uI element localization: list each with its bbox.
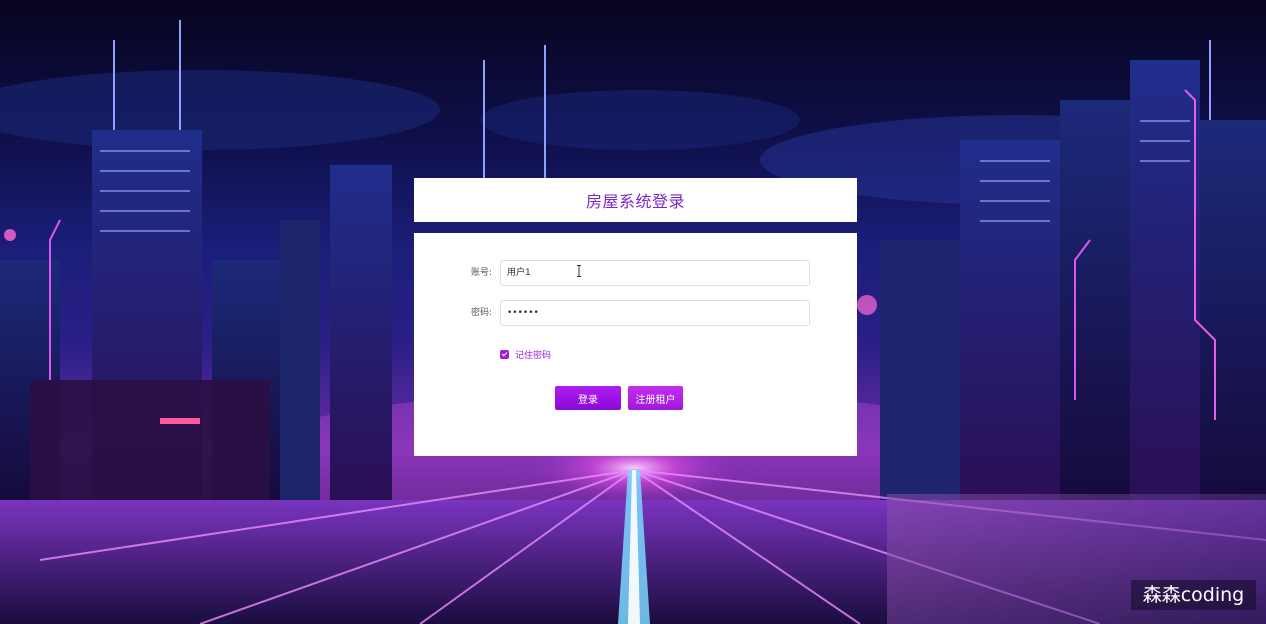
watermark: 森森coding (1131, 580, 1256, 610)
login-form: 账号: 用户1 密码: •••••• 记住密码 登录 注册租户 (414, 233, 857, 456)
text-cursor-icon (577, 265, 581, 277)
login-button[interactable]: 登录 (555, 386, 621, 410)
password-row: 密码: •••••• (414, 300, 857, 326)
password-label: 密码: (470, 308, 492, 318)
account-input[interactable]: 用户1 (500, 260, 810, 286)
remember-password[interactable]: 记住密码 (500, 348, 552, 361)
login-title: 房屋系统登录 (585, 192, 685, 211)
account-label: 账号: (470, 268, 492, 278)
remember-checkbox[interactable] (500, 349, 509, 359)
register-tenant-button[interactable]: 注册租户 (628, 386, 683, 410)
login-header: 房屋系统登录 (414, 178, 857, 222)
cyberpunk-city-background: 房屋系统登录 账号: 用户1 密码: •••••• 记住密码 登录 注册租户 森… (0, 0, 1266, 624)
password-input[interactable]: •••••• (500, 300, 810, 326)
account-row: 账号: 用户1 (414, 260, 857, 286)
remember-label: 记住密码 (515, 350, 552, 361)
